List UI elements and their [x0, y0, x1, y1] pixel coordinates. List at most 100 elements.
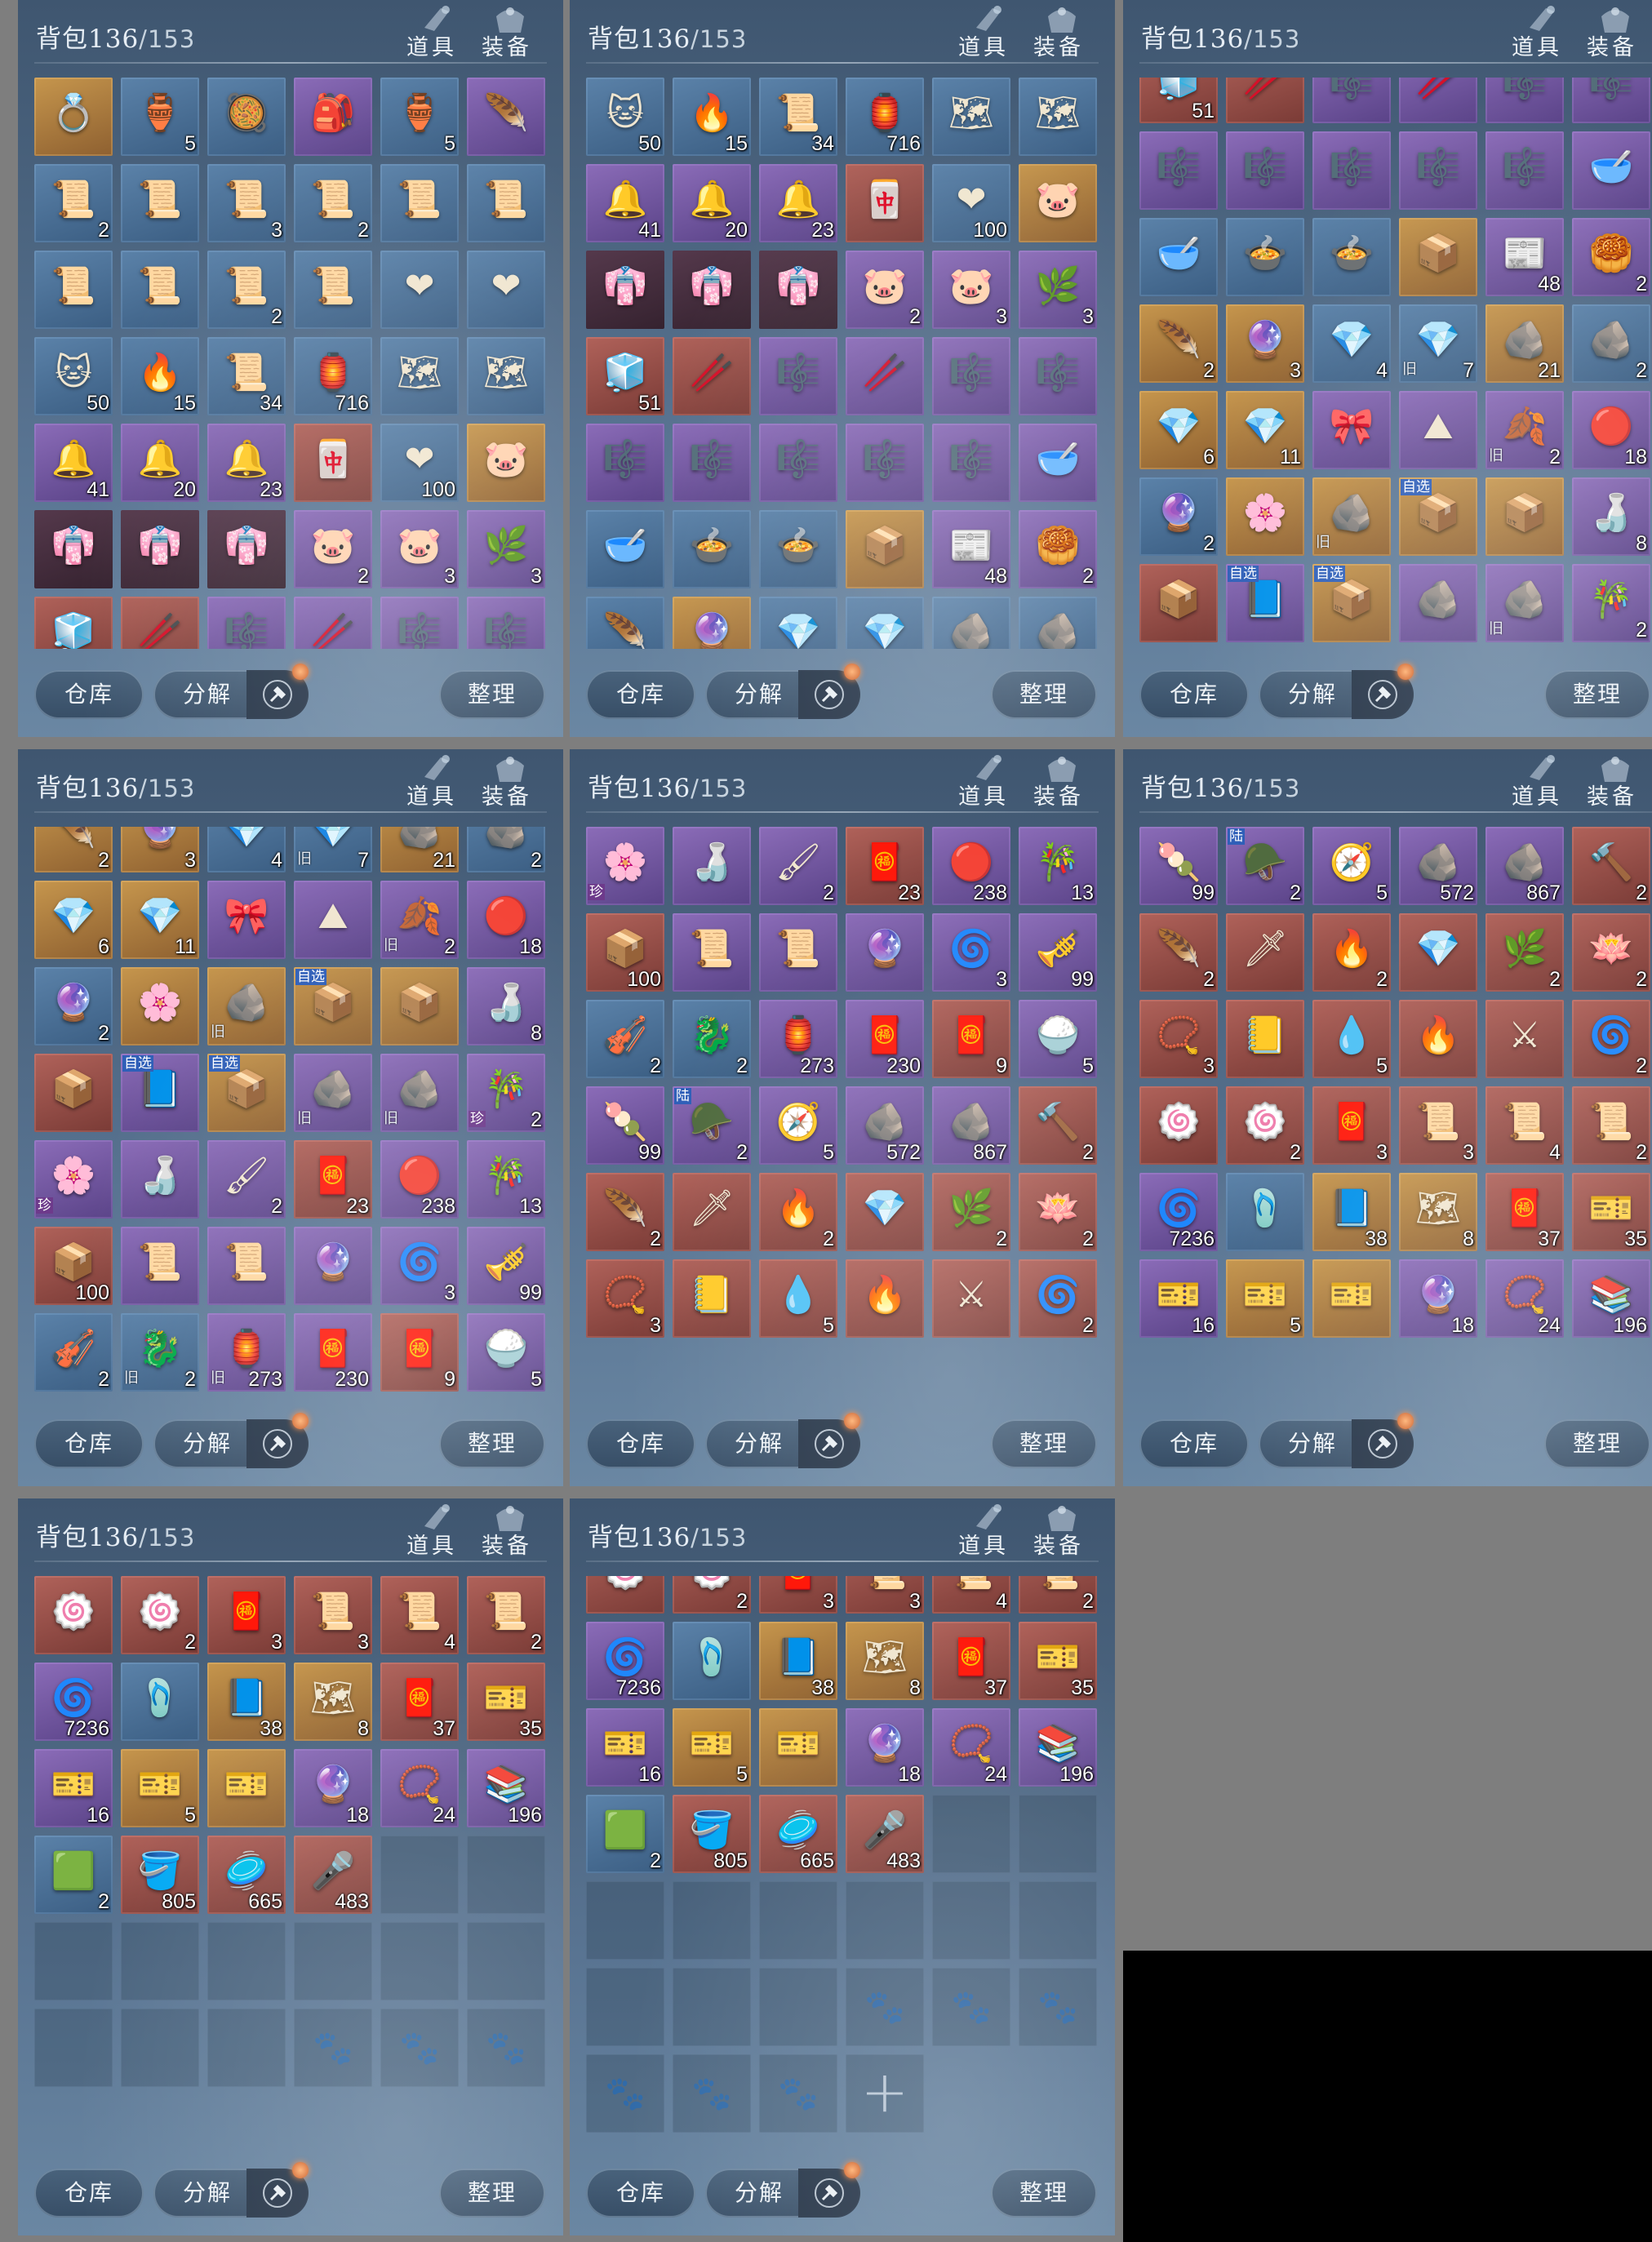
inventory-slot[interactable]: 🎼	[1485, 78, 1564, 123]
inventory-slot[interactable]: 📜2	[294, 164, 372, 242]
inventory-slot[interactable]: 🎼	[932, 424, 1010, 502]
inventory-slot[interactable]: ⚔	[932, 1259, 1010, 1338]
tab-equipment[interactable]: 装备	[482, 779, 532, 810]
inventory-slot[interactable]: 🗺	[932, 78, 1010, 156]
inventory-slot[interactable]: 🎫 5	[121, 1749, 199, 1827]
inventory-slot[interactable]: 🪨 572	[1399, 827, 1477, 905]
inventory-slot[interactable]: 📜	[121, 164, 199, 242]
inventory-slot[interactable]: 🪷 2	[1572, 913, 1650, 992]
inventory-slot[interactable]: 🧧 230	[846, 1000, 924, 1078]
inventory-slot[interactable]: 🥮 2	[1572, 218, 1650, 296]
inventory-slot[interactable]: 📘 38	[207, 1663, 286, 1741]
inventory-slot[interactable]: 🧧 37	[1485, 1173, 1564, 1251]
inventory-slot[interactable]: 💎 7 旧	[1399, 304, 1477, 383]
inventory-slot[interactable]: 💧 5	[1312, 1000, 1391, 1078]
inventory-slot[interactable]: 🪨 旧	[1485, 564, 1564, 642]
warehouse-button[interactable]: 仓库	[586, 1419, 695, 1468]
inventory-slot[interactable]: 🔮	[673, 597, 751, 649]
inventory-slot[interactable]: 🪷 2	[1019, 1173, 1097, 1251]
inventory-slot[interactable]: 🔔 23	[207, 424, 286, 502]
sort-button[interactable]: 整理	[439, 2169, 545, 2218]
inventory-slot[interactable]: 🪨 21	[380, 827, 459, 872]
inventory-slot[interactable]: 📜	[759, 913, 837, 992]
tab-items[interactable]: 道具	[958, 1528, 1009, 1560]
warehouse-button[interactable]: 仓库	[34, 2169, 144, 2218]
inventory-slot[interactable]: 🥢	[121, 597, 199, 649]
inventory-slot[interactable]: 🎀	[207, 881, 286, 959]
empty-slot[interactable]	[34, 1922, 113, 2000]
inventory-slot[interactable]: 🍶 8	[1572, 477, 1650, 556]
inventory-slot[interactable]: 🐷 2	[294, 510, 372, 588]
inventory-slot[interactable]: 🌸 珍	[34, 1140, 113, 1219]
inventory-slot[interactable]: 📜2	[1019, 1576, 1097, 1614]
inventory-slot[interactable]: 💎	[846, 1173, 924, 1251]
inventory-slot[interactable]: 🌸	[121, 967, 199, 1046]
inventory-slot[interactable]: 🏺 5	[380, 78, 459, 156]
inventory-slot[interactable]: 🔥 2	[759, 1173, 837, 1251]
tab-items[interactable]: 道具	[406, 29, 457, 61]
inventory-slot[interactable]: 🐱 50	[586, 78, 664, 156]
inventory-slot[interactable]: 🔴 238	[380, 1140, 459, 1219]
inventory-slot[interactable]: 🧊 51	[586, 337, 664, 415]
inventory-slot[interactable]: 📜4	[380, 1576, 459, 1654]
inventory-slot[interactable]: 🎤 483	[294, 1836, 372, 1914]
inventory-slot[interactable]: 🎫 35	[1572, 1173, 1650, 1251]
inventory-slot[interactable]: 🥏 665	[759, 1795, 837, 1873]
inventory-slot[interactable]: 📜	[207, 1227, 286, 1305]
inventory-slot[interactable]: 🗺 8	[1399, 1173, 1477, 1251]
inventory-slot[interactable]: 🍥	[586, 1576, 664, 1614]
inventory-slot[interactable]: 💎 11	[121, 881, 199, 959]
inventory-slot[interactable]: 🔮 3	[1226, 304, 1304, 383]
inventory-slot[interactable]: 🔴 18	[1572, 391, 1650, 469]
inventory-slot[interactable]: 🪨 2	[1572, 304, 1650, 383]
empty-slot[interactable]	[1019, 1795, 1097, 1873]
inventory-slot[interactable]: 🔨 2	[1572, 827, 1650, 905]
inventory-slot[interactable]: 💎	[759, 597, 837, 649]
inventory-slot[interactable]: 🟩 2	[586, 1795, 664, 1873]
inventory-slot[interactable]: 🗡	[673, 1173, 751, 1251]
inventory-slot[interactable]: 🗺	[1019, 78, 1097, 156]
sort-button[interactable]: 整理	[1544, 1419, 1650, 1468]
inventory-slot[interactable]: 🪨 867	[932, 1086, 1010, 1165]
inventory-slot[interactable]: 🥮 2	[1019, 510, 1097, 588]
inventory-slot[interactable]: ⚔	[1485, 1000, 1564, 1078]
inventory-slot[interactable]: 🎻 2	[34, 1313, 113, 1392]
inventory-slot[interactable]: 🪣 805	[673, 1795, 751, 1873]
inventory-slot[interactable]: 🎫 16	[586, 1708, 664, 1787]
inventory-slot[interactable]: 💎 4	[207, 827, 286, 872]
inventory-slot[interactable]: 🪨	[932, 597, 1010, 649]
inventory-slot[interactable]: 🗺	[467, 337, 545, 415]
empty-slot[interactable]	[207, 1922, 286, 2000]
inventory-slot[interactable]: 🔔 41	[34, 424, 113, 502]
empty-slot[interactable]	[932, 1881, 1010, 1960]
inventory-slot[interactable]: 📿 3	[586, 1259, 664, 1338]
tab-items[interactable]: 道具	[1512, 779, 1562, 810]
inventory-slot[interactable]: 📦 自选	[1312, 564, 1391, 642]
inventory-slot[interactable]: 🍂 2 旧	[1485, 391, 1564, 469]
empty-slot[interactable]	[846, 1881, 924, 1960]
tab-equipment[interactable]: 装备	[482, 29, 532, 61]
inventory-slot[interactable]: 🥢	[673, 337, 751, 415]
inventory-slot[interactable]: 🗺 8	[846, 1622, 924, 1700]
inventory-slot[interactable]: 🎼	[467, 597, 545, 649]
inventory-slot[interactable]: 🪨 867	[1485, 827, 1564, 905]
inventory-slot[interactable]: 🍥2	[673, 1576, 751, 1614]
tab-items[interactable]: 道具	[406, 1528, 457, 1560]
inventory-slot[interactable]: 📦 自选	[1399, 477, 1477, 556]
inventory-slot[interactable]: 🎼	[932, 337, 1010, 415]
inventory-slot[interactable]: 🔮 18	[294, 1749, 372, 1827]
empty-slot[interactable]	[467, 1836, 545, 1914]
inventory-slot[interactable]: 🎫	[759, 1708, 837, 1787]
empty-slot[interactable]	[586, 1968, 664, 2046]
inventory-slot[interactable]: 🪶 2	[34, 827, 113, 872]
inventory-slot[interactable]: 🌀 7236	[1139, 1173, 1218, 1251]
inventory-slot[interactable]: 🎫 5	[1226, 1259, 1304, 1338]
inventory-slot[interactable]: 🖌 2	[759, 827, 837, 905]
inventory-slot[interactable]: 📦	[380, 967, 459, 1046]
inventory-slot[interactable]: 🌀 3	[932, 913, 1010, 992]
tab-equipment[interactable]: 装备	[1587, 29, 1637, 61]
inventory-slot[interactable]: 🎺 99	[1019, 913, 1097, 992]
inventory-slot[interactable]: 👘	[207, 510, 286, 588]
tab-equipment[interactable]: 装备	[1587, 779, 1637, 810]
inventory-slot[interactable]: 📜3	[207, 164, 286, 242]
